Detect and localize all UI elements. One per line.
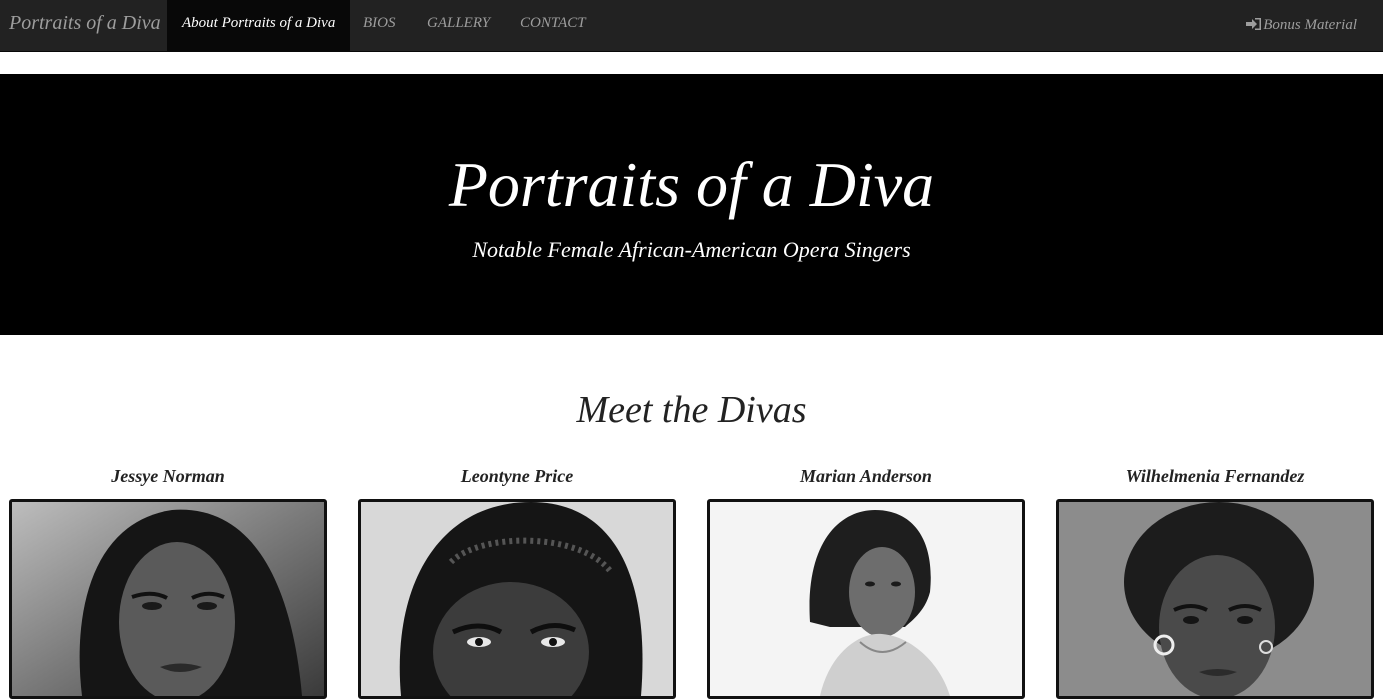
diva-name: Marian Anderson xyxy=(800,466,932,486)
diva-name: Jessye Norman xyxy=(111,466,225,486)
diva-portrait[interactable] xyxy=(358,499,676,699)
sign-in-icon xyxy=(1246,18,1262,30)
bonus-material-label: Bonus Material xyxy=(1263,17,1357,33)
hero-title: Portraits of a Diva xyxy=(448,149,935,220)
diva-card: Marian Anderson xyxy=(707,464,1025,699)
hero-subtitle: Notable Female African-American Opera Si… xyxy=(472,237,911,262)
top-navbar: Portraits of a Diva About Portraits of a… xyxy=(0,0,1383,52)
bonus-material-link[interactable]: Bonus Material xyxy=(1246,0,1357,51)
diva-portrait[interactable] xyxy=(707,499,1025,699)
portrait-image xyxy=(710,502,1022,696)
nav-contact[interactable]: CONTACT xyxy=(520,0,586,51)
diva-name: Wilhelmenia Fernandez xyxy=(1125,466,1305,486)
nav-about[interactable]: About Portraits of a Diva xyxy=(167,0,351,51)
hero-banner: Portraits of a Diva Notable Female Afric… xyxy=(0,74,1383,335)
diva-name: Leontyne Price xyxy=(460,466,574,486)
diva-card: Wilhelmenia Fernandez xyxy=(1056,464,1374,699)
nav-bios[interactable]: BIOS xyxy=(363,0,396,51)
brand-link[interactable]: Portraits of a Diva xyxy=(9,12,161,35)
portrait-image xyxy=(361,502,673,696)
diva-card: Leontyne Price xyxy=(358,464,676,699)
section-title: Meet the Divas xyxy=(576,389,807,431)
nav-gallery[interactable]: GALLERY xyxy=(427,0,490,51)
portrait-image xyxy=(12,502,324,696)
diva-card: Jessye Norman xyxy=(9,464,327,699)
portrait-image xyxy=(1059,502,1371,696)
diva-portrait[interactable] xyxy=(9,499,327,699)
diva-portrait[interactable] xyxy=(1056,499,1374,699)
